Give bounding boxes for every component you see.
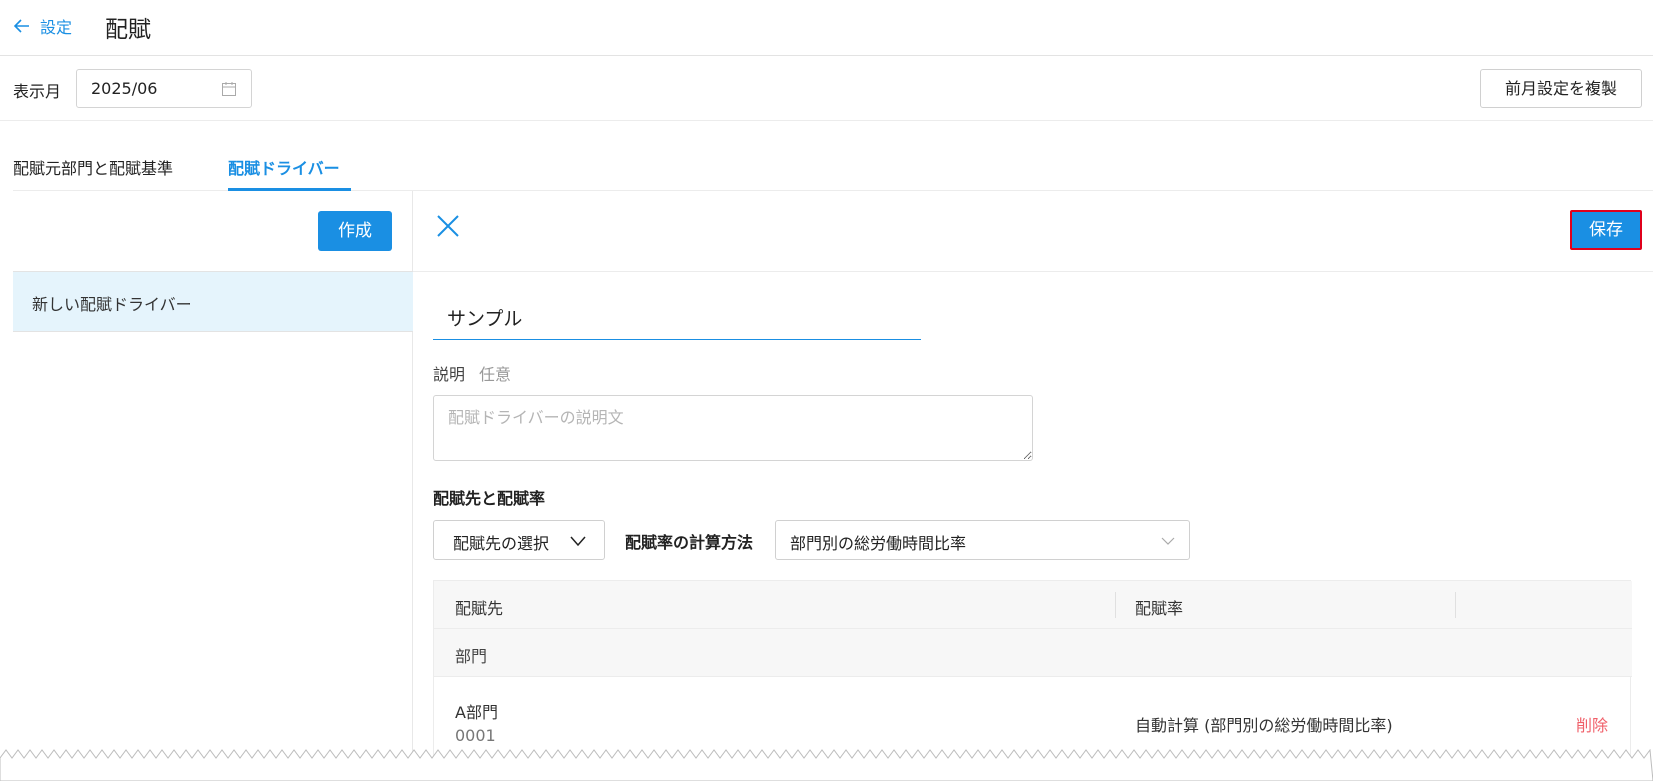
calc-method-value: 部門別の総労働時間比率: [790, 534, 967, 553]
page-title: 配賦: [105, 17, 151, 43]
calc-method-select[interactable]: 部門別の総労働時間比率: [775, 520, 1190, 560]
editor-header: 保存: [413, 191, 1653, 272]
save-button[interactable]: 保存: [1570, 210, 1642, 250]
back-link[interactable]: 設定: [13, 14, 72, 38]
tab-bar: 配賦元部門と配賦基準 配賦ドライバー: [13, 121, 1653, 191]
driver-editor: 保存 説明 任意 配賦先と配賦率 配賦先の選択 配賦率の計算方法 部門別の総労働…: [413, 191, 1653, 781]
select-destination-button[interactable]: 配賦先の選択: [433, 520, 605, 560]
table-group-row: 部門: [434, 629, 1632, 677]
group-label: 部門: [455, 647, 488, 666]
chevron-down-icon: [1161, 537, 1175, 545]
copy-previous-month-button[interactable]: 前月設定を複製: [1480, 69, 1642, 108]
row-rate: 自動計算 (部門別の総労働時間比率): [1135, 716, 1393, 735]
top-bar: 設定 配賦: [0, 0, 1653, 56]
description-label: 説明: [433, 365, 466, 384]
driver-name-input[interactable]: [433, 296, 921, 340]
back-link-label: 設定: [40, 18, 73, 37]
chevron-down-icon: [570, 536, 586, 547]
torn-edge: [0, 749, 1653, 781]
tab-source-departments[interactable]: 配賦元部門と配賦基準: [13, 155, 173, 179]
column-header-rate: 配賦率: [1135, 599, 1184, 618]
description-optional-tag: 任意: [479, 365, 512, 384]
section-title-destinations: 配賦先と配賦率: [433, 489, 546, 508]
month-value: 2025/06: [91, 79, 158, 98]
calendar-icon: [222, 82, 236, 96]
close-icon[interactable]: [436, 214, 460, 238]
column-divider: [1455, 592, 1456, 618]
calc-method-label: 配賦率の計算方法: [625, 533, 754, 552]
arrow-left-icon: [13, 19, 29, 33]
select-destination-label: 配賦先の選択: [453, 534, 550, 553]
driver-sidebar: 作成 新しい配賦ドライバー: [13, 191, 413, 781]
create-button[interactable]: 作成: [318, 211, 392, 251]
row-department-code: 0001: [455, 726, 496, 745]
table-header: 配賦先 配賦率: [434, 581, 1632, 629]
tab-allocation-drivers[interactable]: 配賦ドライバー: [228, 155, 340, 179]
month-picker[interactable]: 2025/06: [76, 69, 252, 108]
column-header-destination: 配賦先: [455, 599, 504, 618]
driver-list-item-label: 新しい配賦ドライバー: [32, 295, 192, 314]
delete-row-link[interactable]: 削除: [1576, 712, 1608, 736]
driver-list-item[interactable]: 新しい配賦ドライバー: [13, 271, 413, 332]
description-textarea[interactable]: [433, 395, 1033, 461]
column-divider: [1115, 592, 1116, 618]
month-bar: 表示月 2025/06 前月設定を複製: [0, 56, 1653, 121]
row-department-name: A部門: [455, 703, 498, 722]
month-label: 表示月: [13, 82, 62, 101]
